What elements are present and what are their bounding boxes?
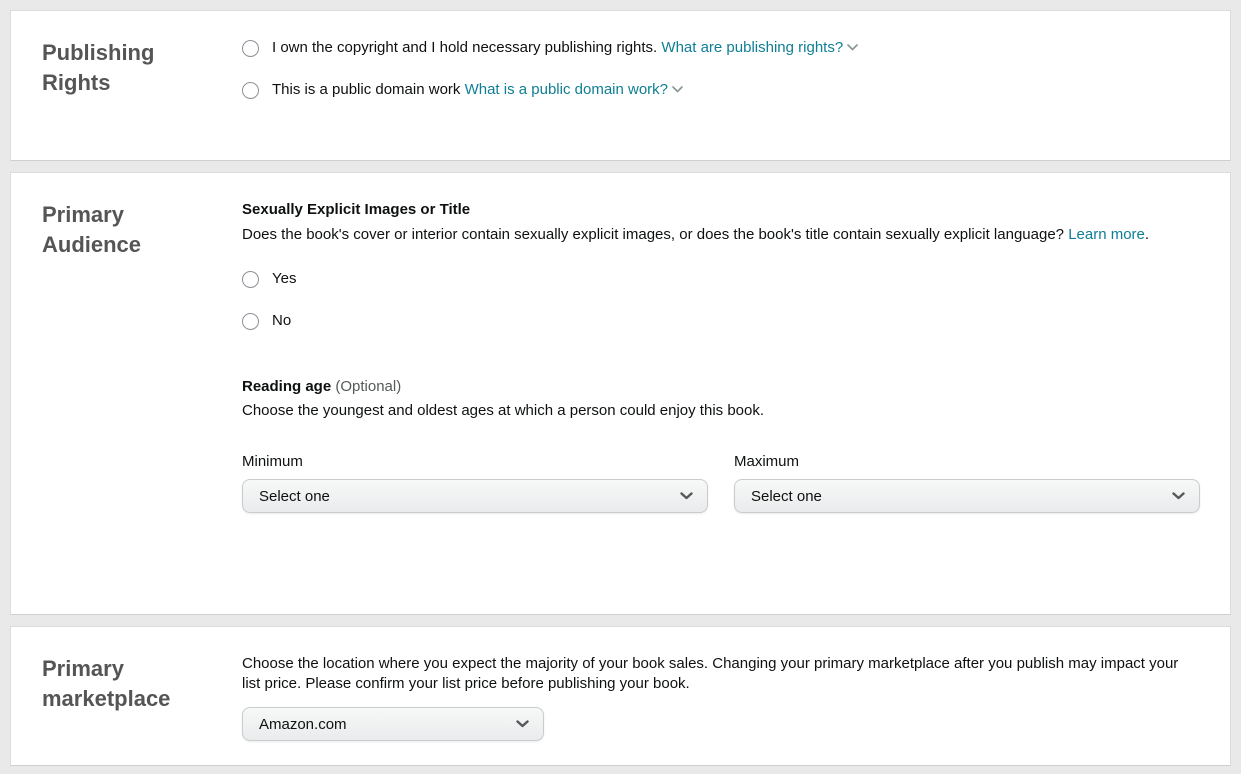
primary-audience-heading-column: Primary Audience	[42, 200, 242, 614]
reading-age-block: Reading age (Optional) Choose the younge…	[242, 377, 1200, 513]
reading-age-optional-tag: (Optional)	[335, 378, 401, 395]
primary-marketplace-content: Choose the location where you expect the…	[242, 654, 1200, 765]
radio-own-copyright[interactable]	[242, 40, 259, 57]
chevron-down-icon	[680, 492, 693, 500]
radio-public-domain[interactable]	[242, 82, 259, 99]
radio-explicit-no[interactable]	[242, 313, 259, 330]
explicit-content-title: Sexually Explicit Images or Title	[242, 200, 1200, 220]
maximum-age-select-value: Select one	[751, 488, 822, 505]
reading-age-title-text: Reading age	[242, 378, 331, 395]
reading-age-dropdowns: Minimum Select one Maximum Select one	[242, 453, 1200, 513]
kdp-book-details-page: Publishing Rights I own the copyright an…	[0, 0, 1241, 774]
radio-row-explicit-no[interactable]: No	[242, 311, 1200, 331]
public-domain-text[interactable]: This is a public domain work	[272, 81, 460, 98]
minimum-age-select-value: Select one	[259, 488, 330, 505]
primary-marketplace-heading-column: Primary marketplace	[42, 654, 242, 765]
radio-own-copyright-label: I own the copyright and I hold necessary…	[272, 38, 858, 58]
primary-audience-heading: Primary Audience	[42, 200, 202, 260]
explicit-description-text: Does the book's cover or interior contai…	[242, 226, 1064, 243]
radio-explicit-no-label[interactable]: No	[272, 311, 291, 331]
chevron-down-icon[interactable]	[847, 44, 858, 51]
radio-explicit-yes-label[interactable]: Yes	[272, 269, 296, 289]
radio-row-own-copyright[interactable]: I own the copyright and I hold necessary…	[242, 38, 1200, 58]
primary-marketplace-description: Choose the location where you expect the…	[242, 654, 1200, 694]
radio-row-explicit-yes[interactable]: Yes	[242, 269, 1200, 289]
chevron-down-icon[interactable]	[672, 86, 683, 93]
reading-age-title: Reading age (Optional)	[242, 377, 1200, 397]
radio-explicit-yes[interactable]	[242, 271, 259, 288]
publishing-rights-heading-column: Publishing Rights	[42, 38, 242, 160]
chevron-down-icon	[516, 720, 529, 728]
learn-more-link[interactable]: Learn more	[1068, 226, 1145, 243]
explicit-options: Yes No	[242, 269, 1200, 331]
radio-public-domain-label: This is a public domain work What is a p…	[272, 80, 683, 100]
primary-marketplace-select[interactable]: Amazon.com	[242, 707, 544, 741]
primary-marketplace-heading: Primary marketplace	[42, 654, 202, 714]
publishing-rights-heading: Publishing Rights	[42, 38, 202, 98]
what-is-public-domain-link[interactable]: What is a public domain work?	[465, 81, 668, 98]
maximum-age-label: Maximum	[734, 453, 1200, 471]
section-primary-marketplace: Primary marketplace Choose the location …	[10, 626, 1231, 766]
maximum-age-select[interactable]: Select one	[734, 479, 1200, 513]
minimum-age-column: Minimum Select one	[242, 453, 708, 513]
explicit-content-description: Does the book's cover or interior contai…	[242, 225, 1200, 245]
minimum-age-label: Minimum	[242, 453, 708, 471]
primary-marketplace-select-value: Amazon.com	[259, 716, 347, 733]
reading-age-description: Choose the youngest and oldest ages at w…	[242, 401, 1200, 421]
section-publishing-rights: Publishing Rights I own the copyright an…	[10, 10, 1231, 161]
own-copyright-text[interactable]: I own the copyright and I hold necessary…	[272, 39, 657, 56]
section-primary-audience: Primary Audience Sexually Explicit Image…	[10, 172, 1231, 615]
learn-more-suffix: .	[1145, 226, 1149, 243]
what-are-publishing-rights-link[interactable]: What are publishing rights?	[661, 39, 843, 56]
minimum-age-select[interactable]: Select one	[242, 479, 708, 513]
publishing-rights-content: I own the copyright and I hold necessary…	[242, 38, 1200, 160]
radio-row-public-domain[interactable]: This is a public domain work What is a p…	[242, 80, 1200, 100]
chevron-down-icon	[1172, 492, 1185, 500]
maximum-age-column: Maximum Select one	[734, 453, 1200, 513]
primary-audience-content: Sexually Explicit Images or Title Does t…	[242, 200, 1200, 614]
